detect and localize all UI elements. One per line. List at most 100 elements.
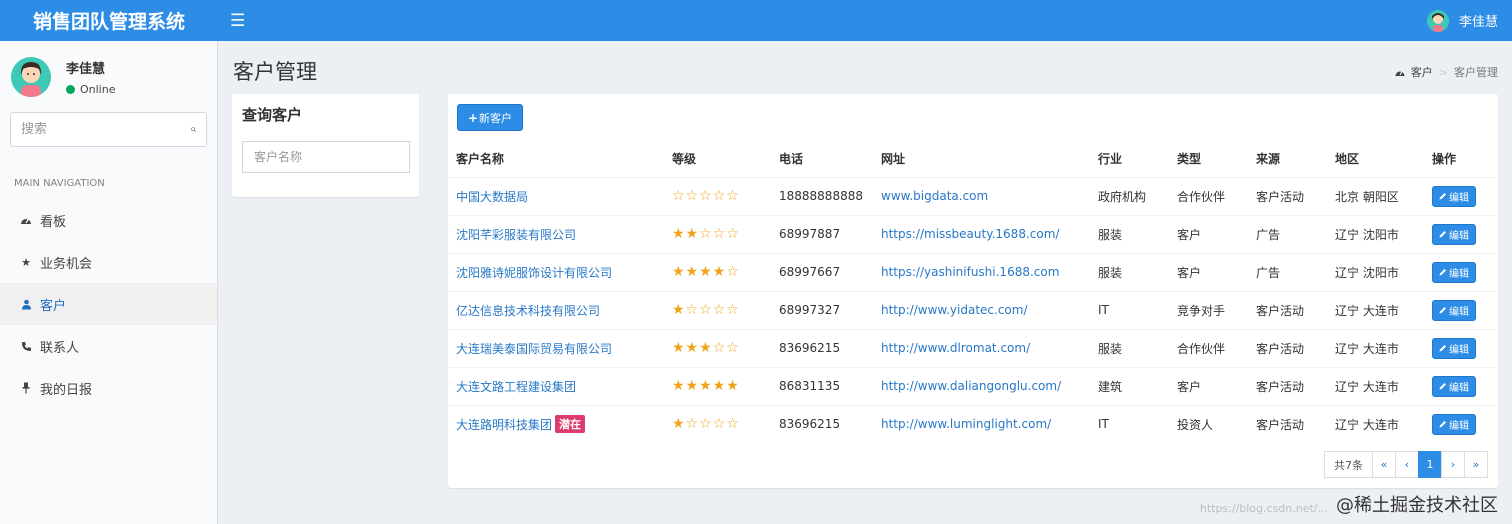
website-link[interactable]: http://www.dlromat.com/ (881, 341, 1030, 355)
sidebar-item-opportunities[interactable]: ★ 业务机会 (0, 241, 217, 283)
sidebar-search-input[interactable] (21, 122, 191, 137)
customer-name-input[interactable] (242, 141, 410, 173)
customer-link[interactable]: 中国大数据局 (456, 190, 528, 204)
edit-button[interactable]: 编辑 (1432, 375, 1476, 397)
column-header-source: 来源 (1248, 141, 1327, 178)
cell-type: 合作伙伴 (1169, 328, 1248, 367)
user-status-text: Online (80, 83, 116, 96)
new-customer-button[interactable]: + 新客户 (457, 104, 523, 131)
column-header-region: 地区 (1327, 141, 1424, 178)
dashboard-icon (19, 215, 33, 225)
edit-label: 编辑 (1449, 420, 1469, 432)
sidebar-item-label: 我的日报 (40, 382, 93, 398)
edit-button[interactable]: 编辑 (1432, 413, 1476, 435)
cell-phone: 18888888888 (771, 176, 873, 215)
customer-link[interactable]: 大连路明科技集团 (456, 418, 552, 432)
cell-source: 客户活动 (1248, 328, 1327, 367)
table-row: 亿达信息技术科技有限公司 ★☆☆☆☆ 68997327 http://www.yida… (448, 290, 1498, 329)
cell-rating: ★★★★☆ (664, 252, 771, 291)
cell-phone: 83696215 (771, 328, 873, 367)
column-header-rating: 等级 (664, 141, 771, 178)
pagination-prev-button[interactable]: ‹ (1395, 451, 1419, 478)
cell-type: 客户 (1169, 252, 1248, 291)
edit-button[interactable]: 编辑 (1432, 299, 1476, 321)
new-customer-label: 新客户 (479, 111, 513, 125)
cell-region: 北京 朝阳区 (1327, 176, 1424, 215)
pagination-page-1[interactable]: 1 (1418, 451, 1442, 478)
column-header-industry: 行业 (1090, 141, 1169, 178)
sidebar-item-daily-report[interactable]: 我的日报 (0, 367, 217, 409)
users-icon (19, 299, 33, 310)
edit-label: 编辑 (1449, 268, 1469, 280)
edit-button[interactable]: 编辑 (1432, 223, 1476, 245)
pencil-icon (1439, 345, 1446, 352)
pagination-total: 共7条 (1324, 451, 1373, 478)
cell-phone: 68997667 (771, 252, 873, 291)
table-row: 沈阳雅诗妮服饰设计有限公司 ★★★★☆ 68997667 https://yashin… (448, 252, 1498, 291)
watermark-url: https://blog.csdn.net/... (1199, 502, 1328, 515)
cell-phone: 68997327 (771, 290, 873, 329)
star-icon: ★ (21, 255, 31, 269)
cell-source: 客户活动 (1248, 290, 1327, 329)
edit-label: 编辑 (1449, 382, 1469, 394)
cell-region: 辽宁 沈阳市 (1327, 214, 1424, 253)
column-header-website: 网址 (873, 141, 1090, 178)
hamburger-icon[interactable]: ☰ (230, 11, 245, 31)
edit-label: 编辑 (1449, 192, 1469, 204)
star-rating: ★☆☆☆☆ (672, 302, 740, 318)
pagination-last-button[interactable]: » (1464, 451, 1488, 478)
sidebar-item-customers[interactable]: 客户 (0, 283, 217, 325)
edit-button[interactable]: 编辑 (1432, 337, 1476, 359)
cell-website: http://www.daliangonglu.com/ (873, 366, 1090, 405)
edit-label: 编辑 (1449, 344, 1469, 356)
top-navbar: 销售团队管理系统 ☰ 李佳慧 (0, 0, 1512, 41)
pagination-next-button[interactable]: › (1441, 451, 1465, 478)
website-link[interactable]: www.bigdata.com (881, 189, 988, 203)
cell-region: 辽宁 大连市 (1327, 328, 1424, 367)
cell-industry: IT (1090, 290, 1169, 329)
app-logo[interactable]: 销售团队管理系统 (0, 0, 218, 41)
cell-industry: 服装 (1090, 252, 1169, 291)
cell-customer-name: 大连路明科技集团 潜在 (448, 404, 664, 443)
sidebar-item-dashboard[interactable]: 看板 (0, 199, 217, 241)
table-row: 中国大数据局 ☆☆☆☆☆ 18888888888 www.bigdata.com 政府机… (448, 176, 1498, 215)
customer-link[interactable]: 沈阳雅诗妮服饰设计有限公司 (456, 266, 612, 280)
customer-link[interactable]: 沈阳芊彩服装有限公司 (456, 228, 576, 242)
search-icon[interactable] (191, 123, 196, 136)
website-link[interactable]: https://yashinifushi.1688.com (881, 265, 1059, 279)
breadcrumb-item-customers[interactable]: 客户 (1411, 64, 1433, 80)
cell-actions: 编辑 (1424, 176, 1498, 215)
table-row: 沈阳芊彩服装有限公司 ★★☆☆☆ 68997887 https://missbeaut… (448, 214, 1498, 253)
status-badge: 潜在 (555, 415, 586, 434)
edit-label: 编辑 (1449, 306, 1469, 318)
customer-link[interactable]: 大连瑞美泰国际贸易有限公司 (456, 342, 612, 356)
watermark: https://blog.csdn.net/... @稀土掘金技术社区 (1200, 491, 1498, 517)
pencil-icon (1439, 231, 1446, 238)
customer-link[interactable]: 大连文路工程建设集团 (456, 380, 576, 394)
cell-website: http://www.yidatec.com/ (873, 290, 1090, 329)
table-row: 大连路明科技集团 潜在 ★☆☆☆☆ 83696215 http://www.luming… (448, 404, 1498, 443)
customer-link[interactable]: 亿达信息技术科技有限公司 (456, 304, 600, 318)
cell-phone: 68997887 (771, 214, 873, 253)
edit-button[interactable]: 编辑 (1432, 185, 1476, 207)
sidebar-item-label: 业务机会 (40, 256, 93, 272)
column-header-phone: 电话 (771, 141, 873, 178)
cell-customer-name: 大连瑞美泰国际贸易有限公司 (448, 328, 664, 367)
cell-website: https://missbeauty.1688.com/ (873, 214, 1090, 253)
tachometer-icon (1395, 70, 1405, 76)
sidebar-item-contacts[interactable]: 联系人 (0, 325, 217, 367)
avatar (1426, 9, 1449, 32)
star-rating: ☆☆☆☆☆ (672, 188, 740, 204)
website-link[interactable]: https://missbeauty.1688.com/ (881, 227, 1059, 241)
breadcrumb-separator: > (1438, 65, 1448, 79)
cell-customer-name: 沈阳芊彩服装有限公司 (448, 214, 664, 253)
edit-label: 编辑 (1449, 230, 1469, 242)
cell-rating: ★☆☆☆☆ (664, 404, 771, 443)
website-link[interactable]: http://www.daliangonglu.com/ (881, 379, 1061, 393)
website-link[interactable]: http://www.luminglight.com/ (881, 417, 1051, 431)
top-user-menu[interactable]: 李佳慧 (1426, 9, 1498, 32)
edit-button[interactable]: 编辑 (1432, 261, 1476, 283)
column-header-customer-name: 客户名称 (448, 141, 664, 178)
pagination-first-button[interactable]: « (1372, 451, 1396, 478)
website-link[interactable]: http://www.yidatec.com/ (881, 303, 1028, 317)
